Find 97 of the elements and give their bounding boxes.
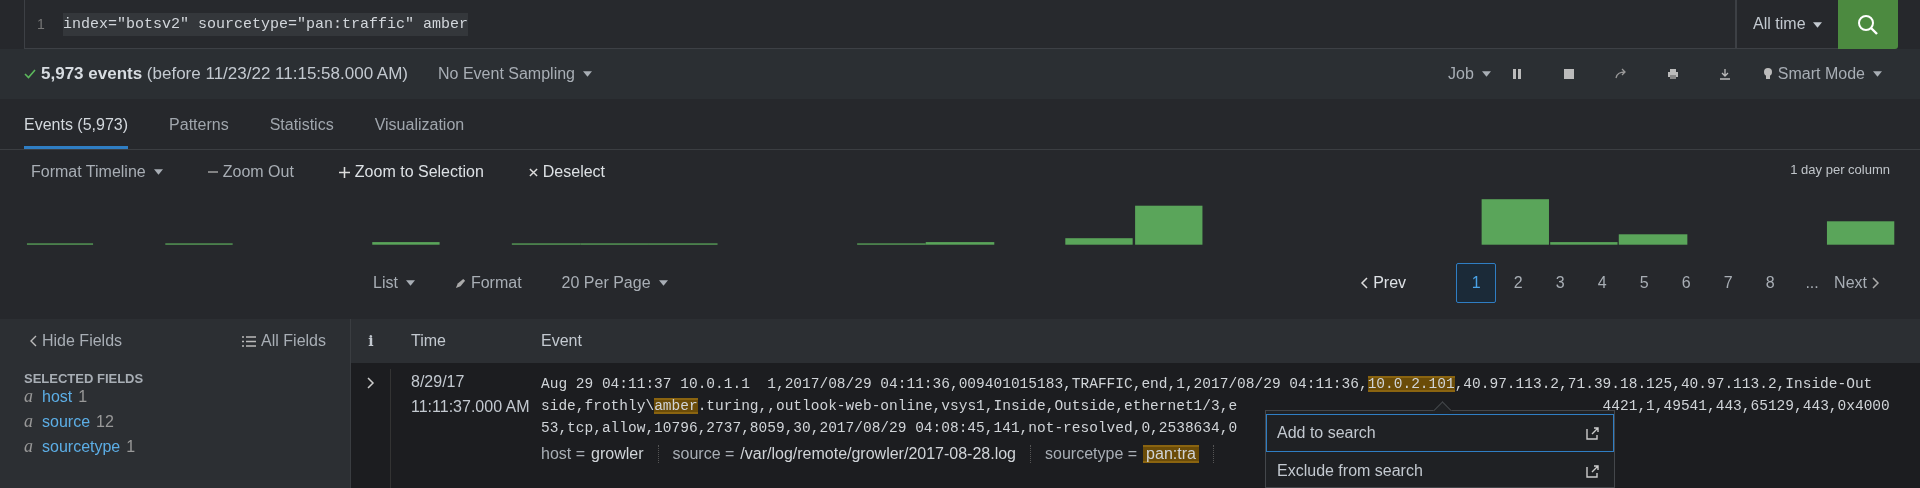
- job-dropdown[interactable]: Job: [1448, 65, 1491, 83]
- page-link[interactable]: 3: [1540, 263, 1581, 303]
- search-match: 10.0.2.101: [1367, 376, 1455, 392]
- chevron-right-icon: [1872, 277, 1880, 289]
- chevron-left-icon: [1360, 277, 1369, 289]
- page-link[interactable]: 6: [1666, 263, 1707, 303]
- field-key: sourcetype =: [1045, 445, 1138, 463]
- expand-icon[interactable]: [366, 377, 375, 389]
- page-link[interactable]: 4: [1582, 263, 1623, 303]
- plus-icon: [338, 166, 350, 178]
- format-button[interactable]: Format: [454, 274, 522, 292]
- lightbulb-icon: [1762, 67, 1773, 81]
- field-key: source =: [672, 445, 735, 463]
- event-time: 8/29/17: [411, 372, 465, 392]
- zoom-to-selection-button[interactable]: Zoom to Selection: [338, 163, 484, 181]
- histogram-bar[interactable]: [1135, 205, 1203, 245]
- event-time: 11:11:37.000 AM: [411, 397, 530, 417]
- pause-icon[interactable]: [1510, 68, 1523, 80]
- hide-fields-button[interactable]: Hide Fields: [29, 332, 123, 350]
- tab[interactable]: Statistics: [269, 99, 334, 149]
- field-key: host =: [541, 445, 586, 463]
- stop-icon[interactable]: [1562, 68, 1575, 80]
- histogram-bar[interactable]: [1618, 234, 1688, 245]
- search-match: amber: [654, 398, 698, 414]
- prev-page-link[interactable]: Prev: [1360, 274, 1407, 292]
- next-page-link[interactable]: Next: [1834, 274, 1880, 292]
- column-header: i: [367, 333, 375, 349]
- check-icon: [24, 69, 36, 79]
- list-dropdown[interactable]: List: [373, 274, 415, 292]
- caret-icon: [1481, 71, 1491, 77]
- caret-icon: [583, 71, 592, 77]
- event-text: 53,tcp,allow,10796,2737,8059,30,2017/08/29 04:08:45,141,not-resolved,0,2538634,0: [541, 420, 1238, 436]
- field-value[interactable]: pan:tra: [1143, 445, 1199, 463]
- column-header: Event: [541, 332, 583, 350]
- chevron-left-icon: [29, 335, 37, 347]
- field-type: a: [24, 436, 34, 457]
- page-link[interactable]: ...: [1792, 263, 1833, 303]
- page-link[interactable]: 2: [1498, 263, 1539, 303]
- list-icon: [242, 335, 257, 347]
- tab[interactable]: Visualization: [374, 99, 465, 149]
- all-fields-button[interactable]: All Fields: [242, 332, 326, 350]
- external-link-icon: [1586, 426, 1599, 440]
- timeline-scale: 1 day per column: [1790, 162, 1890, 177]
- field-type: a: [24, 411, 34, 432]
- event-text: 4421,1,49541,443,65129,443,0x4000: [1602, 398, 1890, 414]
- event-text: .turing,,outlook-web-online,vsys1,Inside,Outside,ethernet1/3,e: [697, 398, 1238, 414]
- histogram-bar[interactable]: [1065, 238, 1133, 245]
- tab[interactable]: Events (5,973): [24, 99, 129, 149]
- caret-icon: [153, 169, 163, 175]
- search-query[interactable]: index="botsv2" sourcetype="pan:traffic" amber: [63, 12, 469, 36]
- field-link[interactable]: source: [42, 413, 91, 431]
- event-text: ,40.97.113.2,71.39.18.125,40.97.113.2,Inside-Out: [1454, 376, 1873, 392]
- histogram-bar[interactable]: [1826, 221, 1895, 245]
- field-type: a: [24, 386, 34, 407]
- page-link[interactable]: 7: [1708, 263, 1749, 303]
- format-timeline-dropdown[interactable]: Format Timeline: [31, 163, 163, 181]
- caret-icon: [1873, 71, 1882, 77]
- field-link[interactable]: sourcetype: [42, 438, 121, 456]
- per-page-dropdown[interactable]: 20 Per Page: [561, 274, 668, 292]
- search-mode-dropdown[interactable]: Smart Mode: [1762, 65, 1882, 83]
- external-link-icon: [1586, 464, 1599, 478]
- field-count: 12: [96, 413, 114, 431]
- field-count: 1: [78, 388, 88, 406]
- menu-item[interactable]: Add to search: [1266, 414, 1614, 452]
- histogram-bar[interactable]: [1481, 199, 1549, 245]
- caret-icon: [405, 280, 415, 286]
- event-text: side,frothly\: [541, 398, 655, 414]
- histogram-bar[interactable]: [1550, 242, 1618, 245]
- event-count: 5,973 events (before 11/23/22 11:15:58.000 AM): [41, 64, 409, 84]
- search-button[interactable]: [1838, 0, 1898, 49]
- event-text: Aug 29 04:11:37 10.0.1.1 1,2017/08/29 04:11:36,009401015183,TRAFFIC,end,1,2017/08/29 04:11:36,: [541, 376, 1368, 392]
- download-icon[interactable]: [1718, 68, 1731, 80]
- deselect-button[interactable]: Deselect: [528, 163, 606, 181]
- histogram-bar[interactable]: [372, 242, 440, 245]
- page-link[interactable]: 1: [1456, 263, 1497, 303]
- field-value[interactable]: /var/log/remote/growler/2017-08-28.log: [740, 445, 1016, 463]
- close-icon: [528, 167, 538, 177]
- search-field[interactable]: 1 index="botsv2" sourcetype="pan:traffic" amber: [24, 0, 1737, 49]
- zoom-out-button[interactable]: Zoom Out: [207, 163, 294, 181]
- caret-icon: [658, 280, 668, 286]
- caret-icon: [1813, 21, 1822, 28]
- line-number: 1: [37, 16, 46, 32]
- column-header: Time: [410, 332, 447, 350]
- field-link[interactable]: host: [42, 388, 73, 406]
- menu-item[interactable]: Exclude from search: [1266, 452, 1614, 488]
- search-icon: [1857, 13, 1879, 36]
- page-link[interactable]: 8: [1750, 263, 1791, 303]
- field-count: 1: [126, 438, 136, 456]
- tab[interactable]: Patterns: [169, 99, 229, 149]
- section-heading: SELECTED FIELDS: [24, 371, 145, 386]
- page-link[interactable]: 5: [1624, 263, 1665, 303]
- pencil-icon: [454, 277, 466, 289]
- share-icon[interactable]: [1614, 68, 1627, 80]
- histogram-bar[interactable]: [925, 242, 995, 245]
- print-icon[interactable]: [1666, 68, 1679, 80]
- sampling-dropdown[interactable]: No Event Sampling: [438, 65, 592, 83]
- field-value[interactable]: growler: [591, 445, 644, 463]
